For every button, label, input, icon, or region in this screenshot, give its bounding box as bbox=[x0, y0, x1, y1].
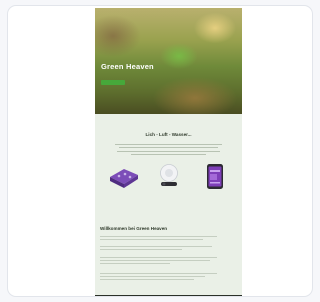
smartphone-app-icon bbox=[207, 164, 223, 189]
welcome-paragraph bbox=[100, 236, 217, 242]
cookie-footer-bar bbox=[95, 295, 242, 297]
footer-accept-button[interactable] bbox=[202, 296, 210, 297]
welcome-paragraph bbox=[100, 257, 217, 267]
hero-title: Green Heaven bbox=[101, 62, 154, 71]
product-smartphone-app[interactable] bbox=[198, 161, 232, 201]
product-sensor[interactable] bbox=[152, 161, 186, 201]
grow-tray-icon bbox=[110, 169, 138, 188]
hero-cta-button[interactable] bbox=[101, 80, 125, 85]
hero-banner: Green Heaven bbox=[95, 8, 242, 114]
product-grow-tray[interactable] bbox=[107, 161, 141, 201]
website-preview: Green Heaven Lich - Luft - Wasser... Wil… bbox=[95, 8, 242, 297]
sensor-icon bbox=[160, 164, 178, 186]
welcome-paragraph bbox=[100, 246, 217, 252]
footer-settings-button[interactable] bbox=[213, 296, 221, 297]
preview-card: Green Heaven Lich - Luft - Wasser... Wil… bbox=[7, 5, 313, 297]
tagline-title: Lich - Luft - Wasser... bbox=[145, 132, 192, 137]
welcome-title: Willkommen bei Green Heaven bbox=[100, 226, 168, 231]
intro-text-block bbox=[115, 144, 222, 158]
welcome-paragraph bbox=[100, 273, 217, 283]
